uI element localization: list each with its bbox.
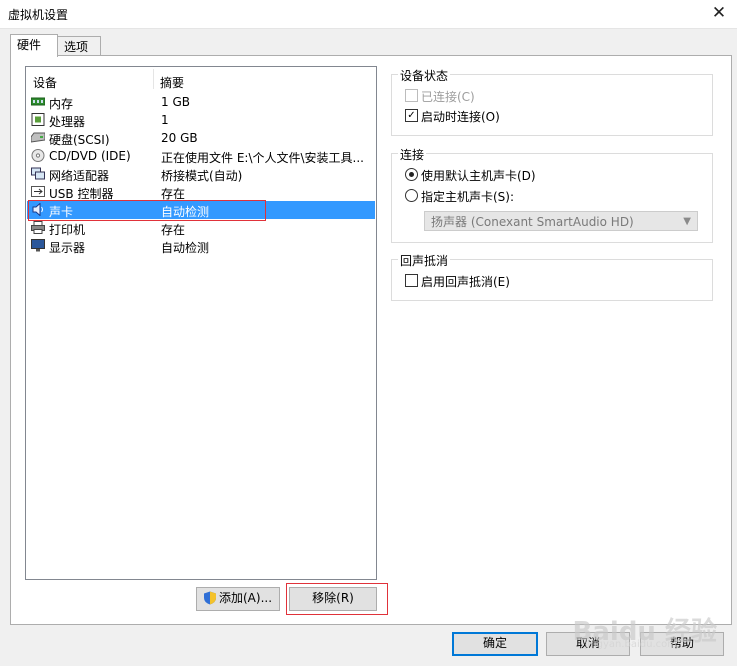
specify-host-card-label: 指定主机声卡(S):: [421, 190, 515, 204]
baidu-watermark-url: jingyan.baidu.com: [584, 639, 677, 650]
connection-title: 连接: [398, 146, 427, 163]
usb-icon: [31, 186, 45, 197]
host-sound-card-select[interactable]: 扬声器 (Conexant SmartAudio HD) ▼: [424, 211, 698, 231]
remove-button-label: 移除(R): [312, 591, 354, 605]
device-summary: 存在: [161, 187, 186, 201]
echo-cancellation-checkbox[interactable]: [405, 274, 418, 287]
ok-button-label: 确定: [482, 636, 507, 650]
echo-cancellation-title: 回声抵消: [398, 252, 451, 269]
display-icon: [31, 239, 45, 252]
add-button-label: 添加(A)...: [219, 591, 273, 605]
device-name: CD/DVD (IDE): [49, 149, 131, 163]
cd-dvd-icon: [31, 149, 45, 162]
device-row-display[interactable]: 显示器 自动检测: [27, 237, 375, 255]
connect-at-power-on-checkbox[interactable]: ✓: [405, 109, 418, 122]
device-row-sound-card[interactable]: 声卡 自动检测: [27, 201, 375, 219]
tab-hardware[interactable]: 硬件: [10, 34, 58, 57]
hard-disk-icon: [31, 132, 45, 143]
device-row-usb-controller[interactable]: USB 控制器 存在: [27, 183, 375, 201]
device-name: 显示器: [49, 241, 86, 255]
device-name: 网络适配器: [49, 169, 110, 183]
printer-icon: [31, 221, 45, 234]
device-row-hard-disk[interactable]: 硬盘(SCSI) 20 GB: [27, 129, 375, 147]
column-separator[interactable]: [153, 69, 154, 89]
device-row-network-adapter[interactable]: 网络适配器 桥接模式(自动): [27, 165, 375, 183]
host-sound-card-value: 扬声器 (Conexant SmartAudio HD): [431, 215, 634, 229]
close-icon[interactable]: ✕: [701, 0, 737, 28]
device-name: 处理器: [49, 115, 86, 129]
device-summary: 自动检测: [161, 241, 210, 255]
remove-button[interactable]: 移除(R): [289, 587, 377, 611]
use-default-radio[interactable]: [405, 168, 418, 181]
device-name: 打印机: [49, 223, 86, 237]
device-name: 声卡: [49, 205, 74, 219]
chevron-down-icon: ▼: [683, 216, 691, 227]
device-summary: 正在使用文件 E:\个人文件\安装工具...: [161, 151, 364, 165]
network-adapter-icon: [31, 167, 45, 180]
device-summary: 存在: [161, 223, 186, 237]
device-summary: 自动检测: [161, 205, 210, 219]
device-summary: 桥接模式(自动): [161, 169, 243, 183]
processor-icon: [31, 113, 45, 126]
shield-icon: [204, 591, 216, 605]
connect-at-power-on-label: 启动时连接(O): [421, 110, 500, 124]
column-header-device[interactable]: 设备: [33, 74, 57, 91]
device-summary: 1 GB: [161, 95, 190, 109]
memory-icon: [31, 97, 45, 106]
device-row-processor[interactable]: 处理器 1: [27, 111, 375, 129]
device-status-title: 设备状态: [398, 67, 451, 84]
device-name: 硬盘(SCSI): [49, 133, 110, 147]
use-default-label: 使用默认主机声卡(D): [421, 169, 536, 183]
device-row-printer[interactable]: 打印机 存在: [27, 219, 375, 237]
device-row-memory[interactable]: 内存 1 GB: [27, 93, 375, 111]
ok-button[interactable]: 确定: [452, 632, 538, 656]
echo-cancellation-label: 启用回声抵消(E): [421, 275, 510, 289]
device-name: USB 控制器: [49, 187, 114, 201]
device-row-cd-dvd[interactable]: CD/DVD (IDE) 正在使用文件 E:\个人文件\安装工具...: [27, 147, 375, 165]
window-title: 虚拟机设置: [8, 8, 69, 22]
tab-options[interactable]: 选项: [57, 36, 101, 56]
device-list[interactable]: 设备 摘要 内存 1 GB 处理器 1 硬盘(SCSI) 20 GB CD/DV…: [25, 66, 377, 580]
title-bar: 虚拟机设置 ✕: [0, 0, 737, 29]
connected-label: 已连接(C): [421, 90, 475, 104]
sound-card-icon: [32, 203, 43, 216]
connected-checkbox[interactable]: [405, 89, 418, 102]
device-name: 内存: [49, 97, 74, 111]
specify-host-card-radio[interactable]: [405, 189, 418, 202]
add-button[interactable]: 添加(A)...: [196, 587, 280, 611]
column-header-summary[interactable]: 摘要: [160, 74, 184, 91]
device-summary: 20 GB: [161, 131, 198, 145]
device-summary: 1: [161, 113, 169, 127]
